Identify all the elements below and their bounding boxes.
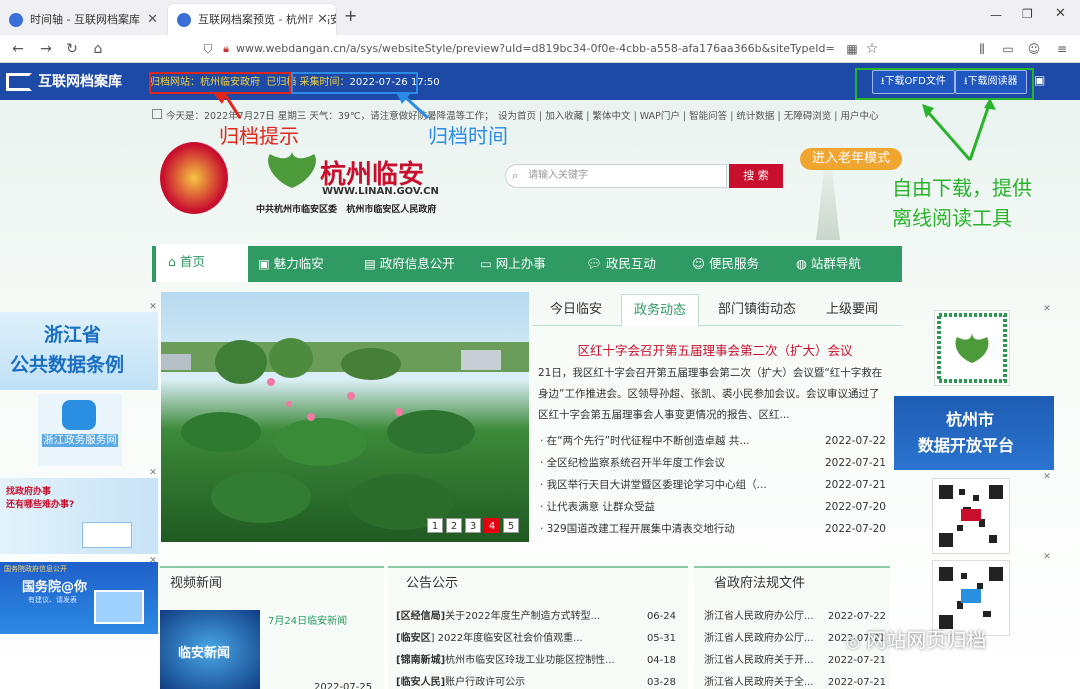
download-tip-annotation-1: 自由下载，提供 xyxy=(892,176,1032,200)
archive-tip-annotation: 归档提示 xyxy=(219,124,299,148)
archive-time-annotation: 归档时间 xyxy=(428,124,508,148)
download-tip-annotation-2: 离线阅读工具 xyxy=(892,206,1012,230)
annotation-arrows xyxy=(214,92,996,161)
